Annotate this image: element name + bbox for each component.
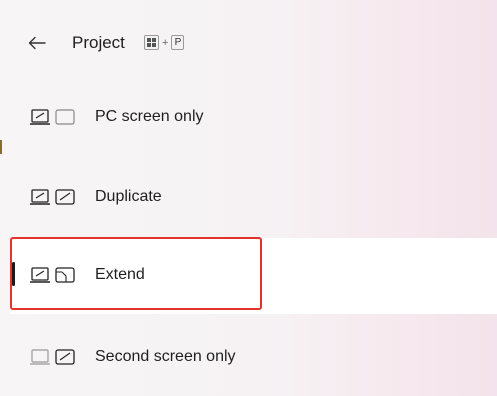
option-pc-screen-only[interactable]: PC screen only [10,80,497,156]
back-arrow-icon[interactable] [26,32,48,54]
option-extend[interactable]: Extend [10,238,497,314]
pc-screen-only-icon [30,108,80,128]
duplicate-icon [30,188,80,208]
option-label: Duplicate [95,188,162,206]
option-label: Extend [95,266,145,284]
windows-key-icon [144,35,159,50]
flyout-title: Project [72,33,125,52]
shortcut-key: P [171,35,185,50]
option-label: Second screen only [95,348,236,366]
extend-icon [30,266,80,286]
flyout-header: Project + P [0,0,497,86]
option-label: PC screen only [95,108,204,126]
shortcut-plus: + [162,36,169,49]
edge-mark [0,140,2,154]
selected-indicator [12,262,15,286]
option-duplicate[interactable]: Duplicate [10,160,497,236]
second-screen-only-icon [30,348,80,368]
project-flyout: Project + P PC screen only Duplicate Ext… [0,0,497,392]
keyboard-shortcut: + P [144,35,185,50]
option-second-screen-only[interactable]: Second screen only [10,320,497,396]
